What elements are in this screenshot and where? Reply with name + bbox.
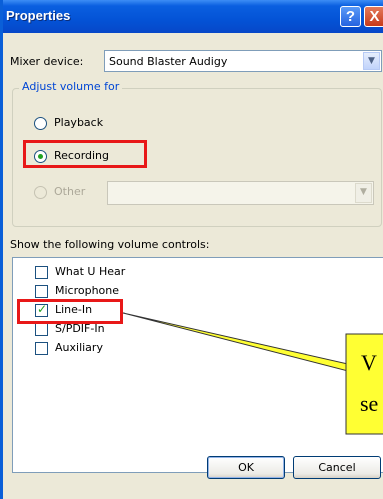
- callout-arrow: [122, 312, 383, 381]
- callout-box: [345, 333, 383, 435]
- properties-dialog: Properties ? X Mixer device: Sound Blast…: [0, 0, 383, 499]
- callout-text-line1: V: [361, 350, 377, 375]
- callout-pointer: [122, 312, 383, 435]
- callout-text-line2: se: [360, 391, 379, 416]
